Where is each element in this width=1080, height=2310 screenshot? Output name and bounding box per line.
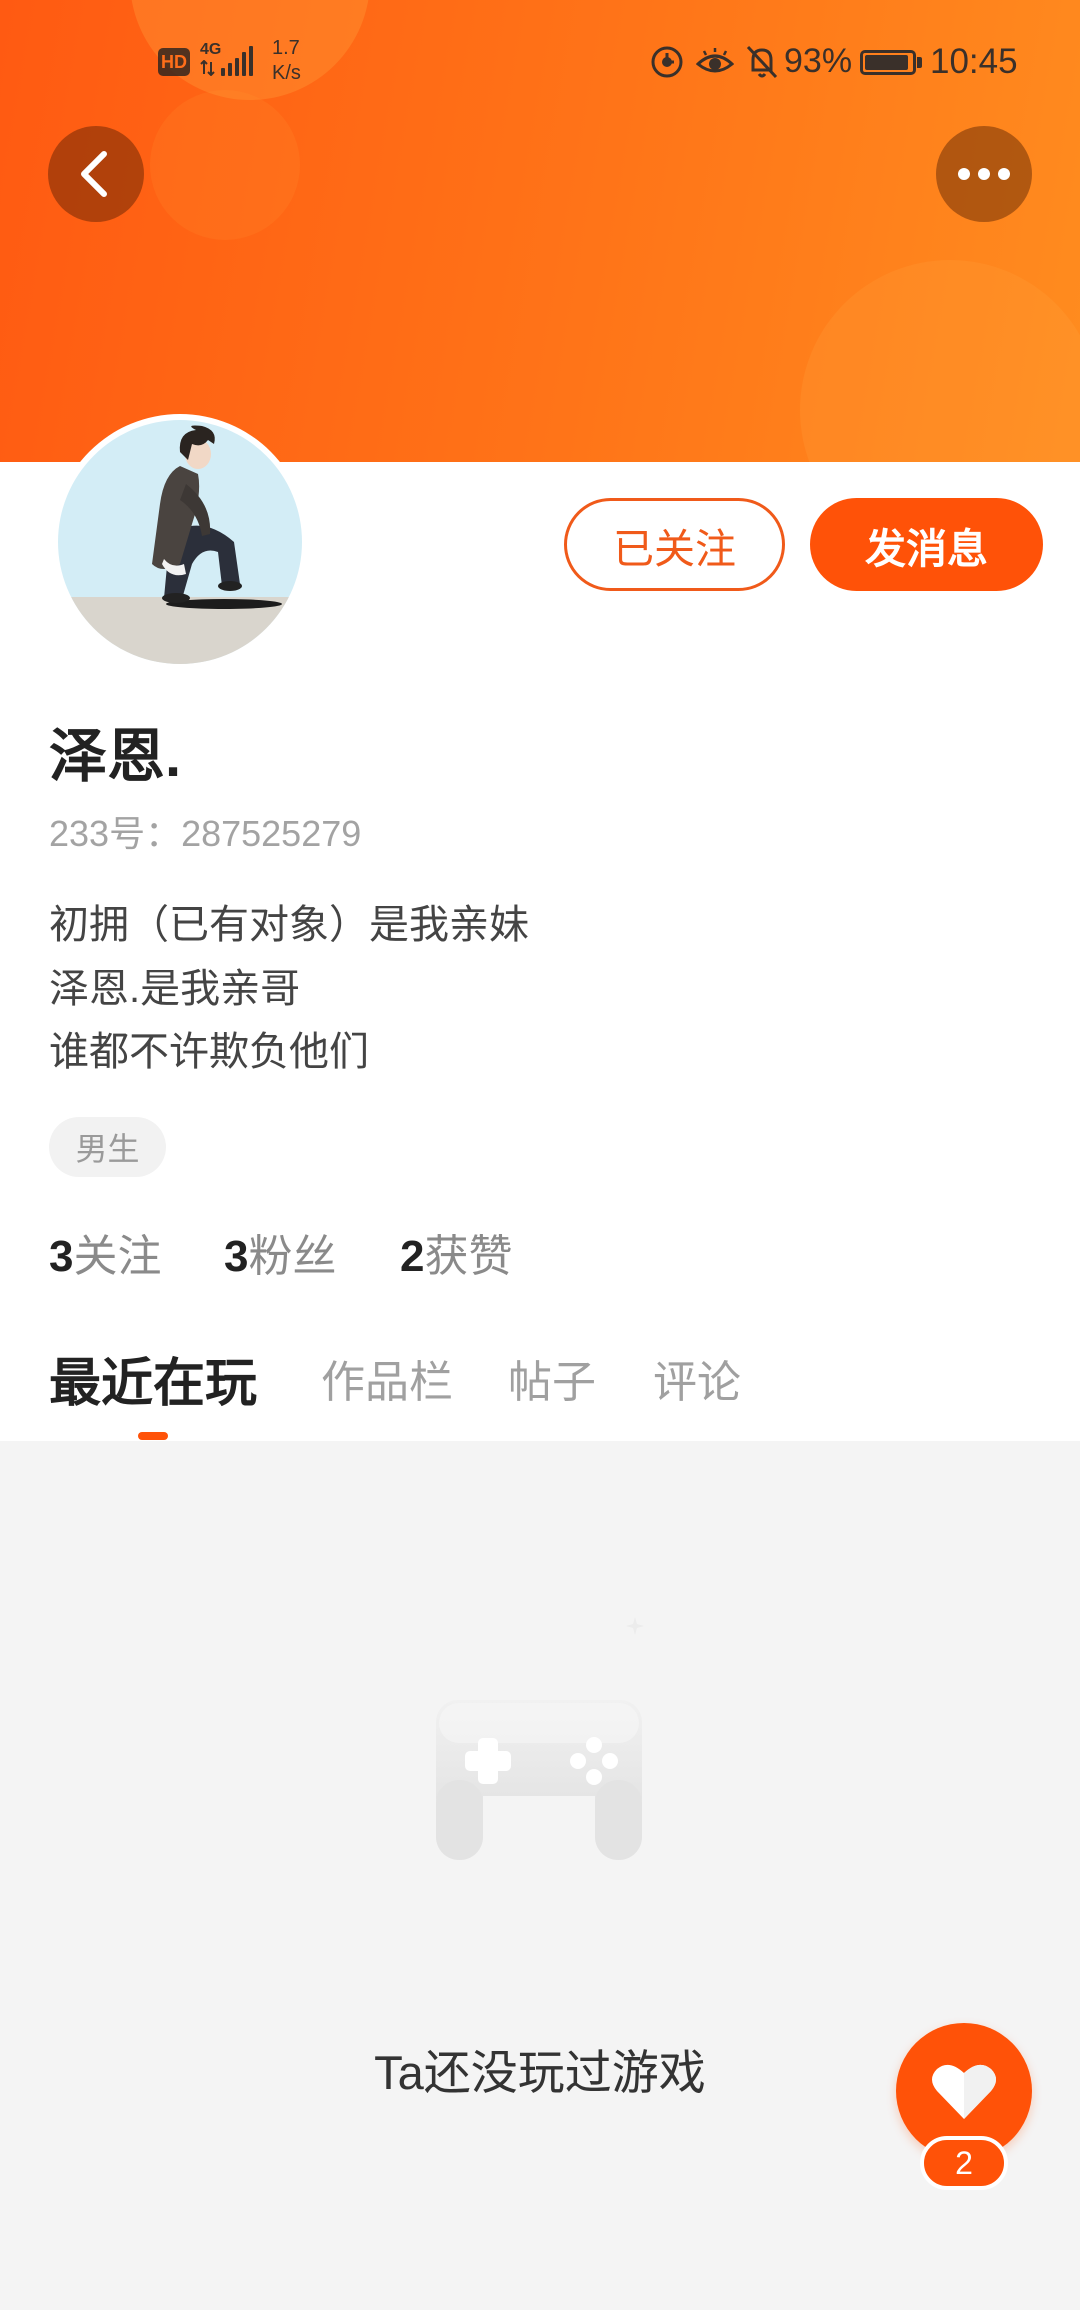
network-speed-value: 1.7 xyxy=(272,37,300,59)
bio-line: 谁都不许欺负他们 xyxy=(49,1030,369,1074)
status-bar: HD 4G 1.7 K/s 93% 10:45 xyxy=(0,0,1080,124)
sparkle-decoration xyxy=(626,1617,644,1635)
send-message-button[interactable]: 发消息 xyxy=(810,498,1043,591)
stat-count: 3 xyxy=(224,1232,249,1281)
stat-count: 2 xyxy=(400,1232,425,1281)
tab-recently-played[interactable]: 最近在玩 xyxy=(49,1340,257,1416)
data-saver-icon xyxy=(651,46,683,78)
more-options-button[interactable] xyxy=(936,126,1032,222)
like-count-badge: 2 xyxy=(920,2136,1008,2190)
battery-percent: 93% xyxy=(784,42,853,80)
gender-tag: 男生 xyxy=(49,1117,166,1177)
battery-icon xyxy=(860,50,916,75)
hd-voice-icon: HD xyxy=(158,48,190,76)
stat-count: 3 xyxy=(49,1232,74,1281)
avatar[interactable] xyxy=(52,414,308,670)
bio-line: 泽恩.是我亲哥 xyxy=(49,967,301,1011)
signal-strength-icon xyxy=(221,44,257,76)
gamepad-icon xyxy=(436,1700,642,1860)
network-speed-unit: K/s xyxy=(272,62,301,84)
stat-likes[interactable]: 2获赞 xyxy=(400,1228,512,1286)
network-type-label: 4G xyxy=(200,41,222,58)
header-decoration xyxy=(800,260,1080,462)
stat-followers[interactable]: 3粉丝 xyxy=(224,1228,336,1286)
bell-off-icon xyxy=(746,45,778,79)
tab-posts[interactable]: 帖子 xyxy=(508,1340,596,1416)
stat-label: 粉丝 xyxy=(248,1232,337,1281)
chevron-left-icon xyxy=(81,151,107,197)
clock-time: 10:45 xyxy=(930,42,1018,81)
tab-works[interactable]: 作品栏 xyxy=(321,1340,453,1416)
heart-icon xyxy=(932,2064,996,2119)
eye-comfort-icon xyxy=(696,48,734,73)
bio-line: 初拥（已有对象）是我亲妹 xyxy=(49,903,529,947)
stat-label: 关注 xyxy=(73,1232,162,1281)
data-activity-icon xyxy=(200,60,215,76)
user-id: 233号：287525279 xyxy=(49,813,362,854)
back-button[interactable] xyxy=(48,126,144,222)
active-tab-indicator xyxy=(138,1432,168,1440)
stat-following[interactable]: 3关注 xyxy=(49,1228,161,1286)
more-horizontal-icon xyxy=(958,168,1010,180)
followed-button[interactable]: 已关注 xyxy=(564,498,785,591)
tab-comments[interactable]: 评论 xyxy=(653,1340,741,1416)
profile-name: 泽恩. xyxy=(49,724,182,789)
battery-level xyxy=(865,55,908,70)
tab-content-area xyxy=(0,1441,1080,2310)
stat-label: 获赞 xyxy=(424,1232,513,1281)
battery-tip xyxy=(917,57,922,68)
